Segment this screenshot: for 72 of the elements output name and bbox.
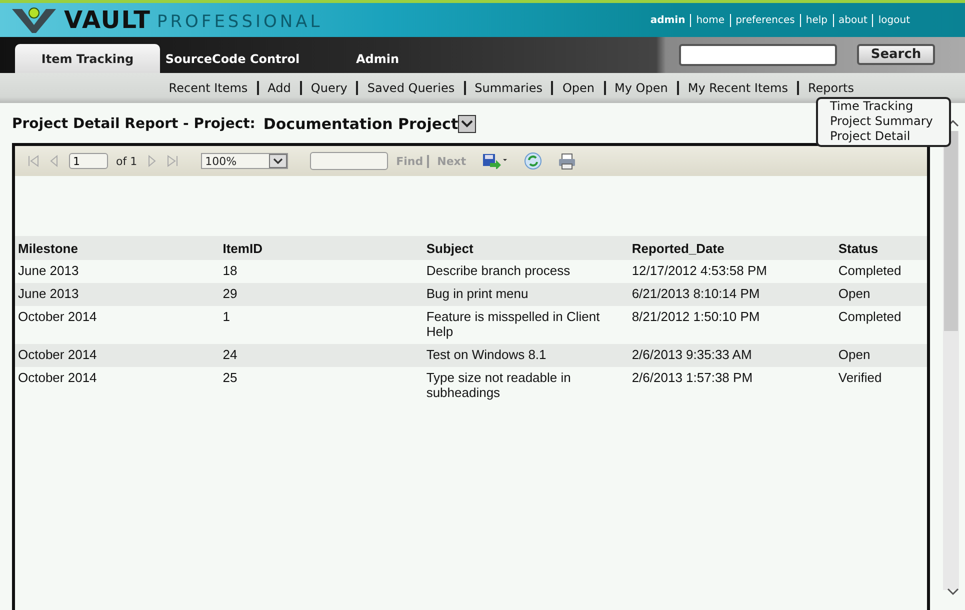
scrollbar[interactable] [943,131,959,590]
subnav-link[interactable]: Reports [796,81,863,95]
refresh-icon[interactable] [524,152,542,170]
subnav-link[interactable]: Query [300,81,356,95]
table-cell: June 2013 [15,283,220,306]
subnav-link[interactable]: Open [551,81,604,95]
first-page-icon[interactable] [27,155,39,167]
menu-item[interactable]: Project Detail [830,129,946,144]
chevron-down-icon [461,120,474,128]
header-link[interactable]: logout [872,14,915,26]
table-cell: 29 [220,283,424,306]
nav-tab[interactable]: SourceCode Control [160,44,305,73]
logo-icon [10,5,58,35]
menu-item[interactable]: Time Tracking [830,99,946,114]
page-count: of 1 [116,154,138,168]
table-cell: Completed [835,260,927,283]
column-header: ItemID [220,236,424,260]
subnav-link[interactable]: Recent Items [160,81,257,95]
column-header: Milestone [15,236,220,260]
table-cell: 12/17/2012 4:53:58 PM [628,260,836,283]
table-cell: Completed [835,306,927,344]
project-name: Documentation Project [263,115,458,133]
table-cell: Describe branch process [423,260,629,283]
table-cell: 6/21/2013 8:10:14 PM [628,283,836,306]
table-cell: 24 [220,344,424,367]
header-link[interactable]: admin [645,14,690,26]
logo-subtitle: PROFESSIONAL [156,12,323,32]
header-link[interactable]: about [832,14,872,26]
header-link[interactable]: help [800,14,833,26]
find-field[interactable] [310,152,388,170]
column-header: Subject [423,236,629,260]
table-cell: 18 [220,260,424,283]
page-field[interactable]: 1 [69,153,108,169]
column-header: Status [835,236,927,260]
subnav-link[interactable]: Saved Queries [356,81,464,95]
scroll-down-icon[interactable] [947,588,959,596]
header-link[interactable]: preferences [730,14,800,26]
subnav-link[interactable]: My Recent Items [676,81,797,95]
table-cell: 2/6/2013 1:57:38 PM [628,367,836,405]
nav-tab[interactable]: Admin [305,44,450,73]
logo-text: VAULT [64,6,151,34]
table-cell: 8/21/2012 1:50:10 PM [628,306,836,344]
search-button[interactable]: Search [857,44,935,65]
table-cell: Feature is misspelled in Client Help [423,306,629,344]
table-cell: October 2014 [15,344,220,367]
table-cell: Open [835,283,927,306]
table-cell: Test on Windows 8.1 [423,344,629,367]
subnav-link[interactable]: My Open [604,81,677,95]
subnav-link[interactable]: Summaries [464,81,552,95]
export-icon[interactable] [482,153,508,169]
column-header: Reported_Date [628,236,836,260]
table-cell: October 2014 [15,367,220,405]
chevron-down-icon [273,158,284,164]
search-field[interactable] [679,44,837,66]
table-cell: October 2014 [15,306,220,344]
nav-tab[interactable]: Item Tracking [15,44,160,73]
zoom-dropdown[interactable]: 100% [201,153,288,169]
table-cell: Verified [835,367,927,405]
report-title: Project Detail Report - Project: [12,116,256,132]
table-cell: Type size not readable in subheadings [423,367,629,405]
menu-item[interactable]: Project Summary [830,114,946,129]
project-dropdown-button[interactable] [458,115,476,133]
table-cell: Bug in print menu [423,283,629,306]
print-icon[interactable] [558,152,576,170]
table-cell: June 2013 [15,260,220,283]
table-cell: 25 [220,367,424,405]
table-cell: Open [835,344,927,367]
table-cell: 2/6/2013 9:35:33 AM [628,344,836,367]
last-page-icon[interactable] [167,155,180,167]
subnav-link[interactable]: Add [256,81,300,95]
header-link[interactable]: home [690,14,730,26]
table-cell: 1 [220,306,424,344]
